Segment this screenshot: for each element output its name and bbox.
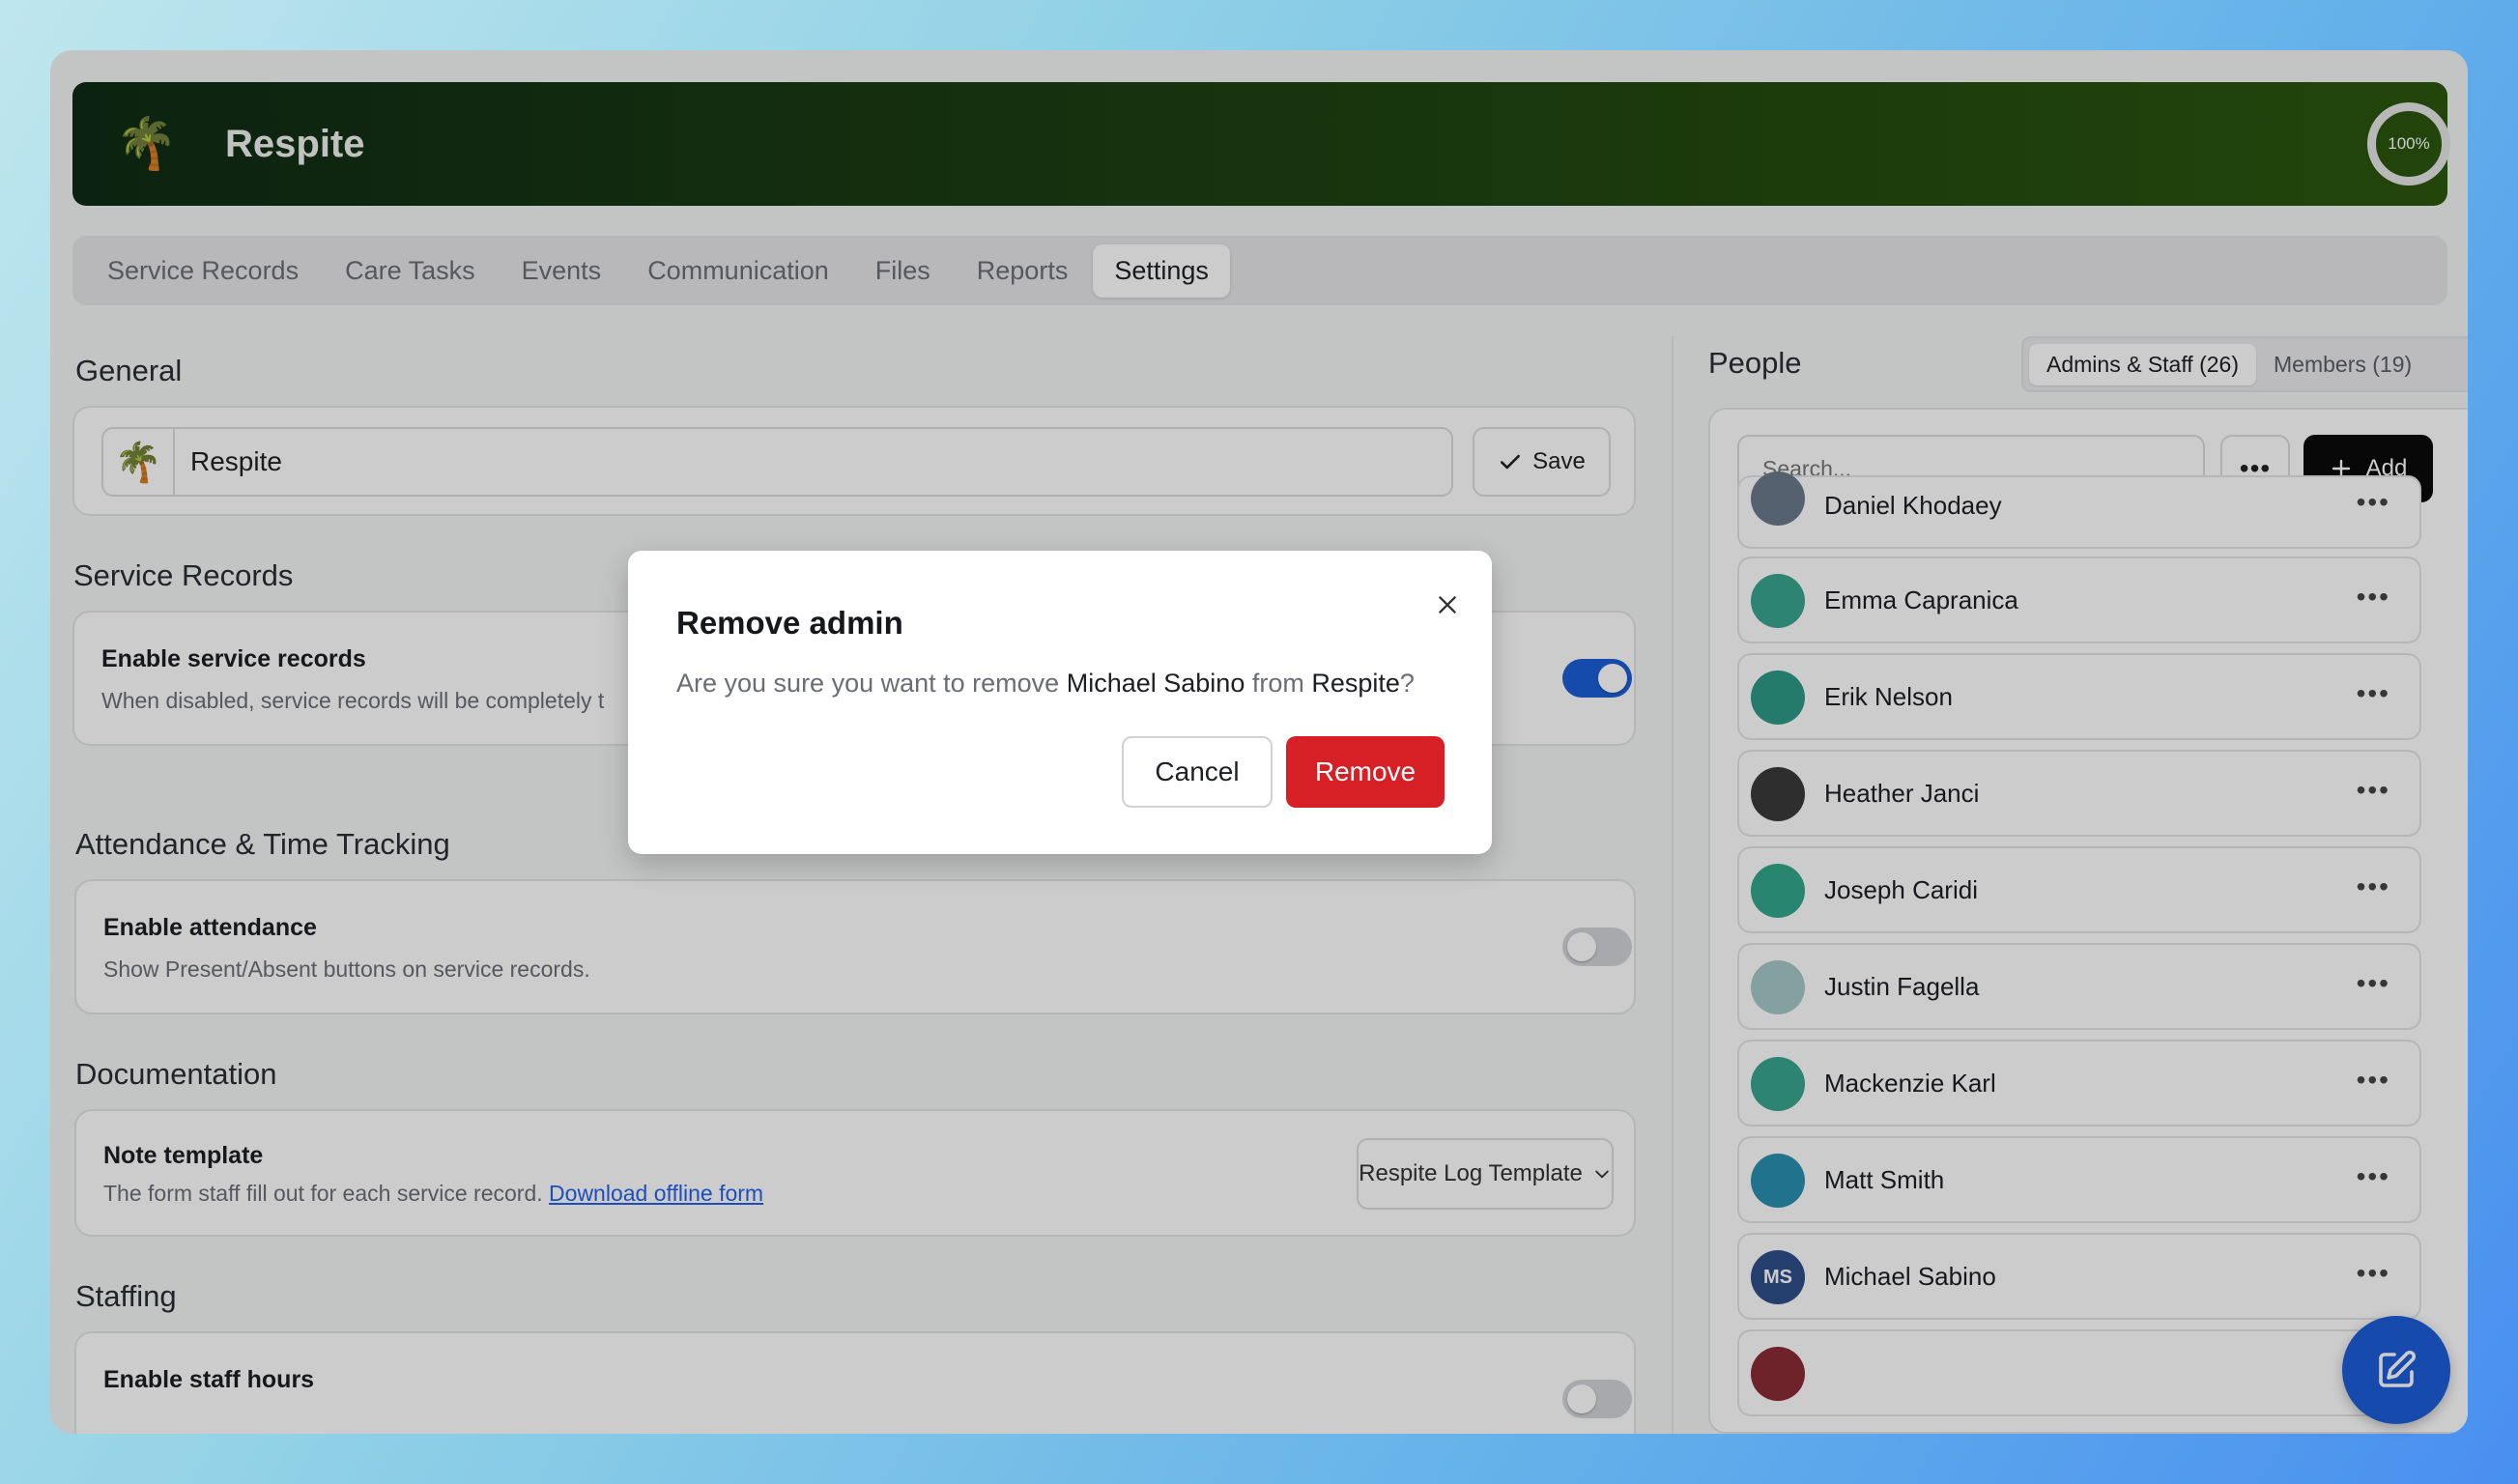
remove-admin-dialog: Remove admin Are you sure you want to re…	[628, 551, 1492, 854]
dialog-message: Are you sure you want to remove Michael …	[676, 669, 1415, 699]
dialog-group-name: Respite	[1311, 669, 1400, 698]
dialog-message-prefix: Are you sure you want to remove	[676, 669, 1060, 698]
close-icon[interactable]	[1428, 585, 1467, 624]
dialog-title: Remove admin	[676, 605, 903, 641]
dialog-message-mid: from	[1251, 669, 1304, 698]
cancel-button[interactable]: Cancel	[1122, 736, 1273, 808]
dialog-message-suffix: ?	[1399, 669, 1415, 698]
dialog-person-name: Michael Sabino	[1066, 669, 1245, 698]
remove-button[interactable]: Remove	[1286, 736, 1445, 808]
